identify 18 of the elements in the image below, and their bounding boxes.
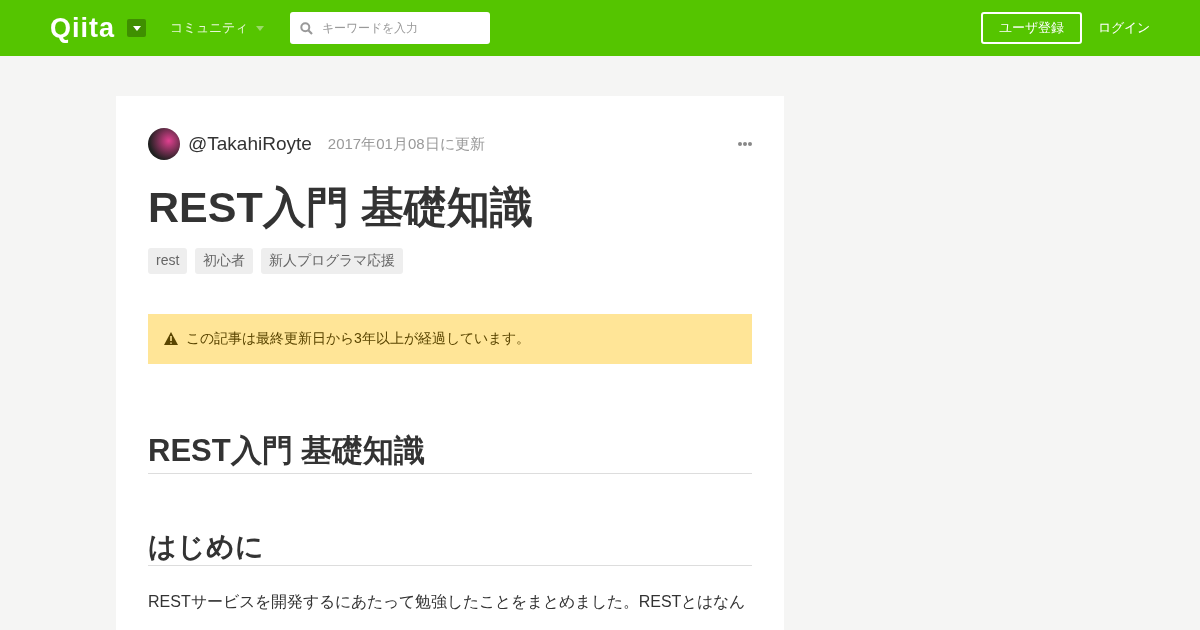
updated-date: 2017年01月08日に更新 xyxy=(327,134,485,154)
article-title: REST入門 基礎知識 xyxy=(148,182,534,233)
section-heading: はじめに xyxy=(148,529,752,567)
tag[interactable]: 初心者 xyxy=(195,247,254,274)
caret-icon xyxy=(256,25,264,31)
tag[interactable]: 新人プログラマ応援 xyxy=(261,247,404,274)
alert-text: この記事は最終更新日から3年以上が経過しています。 xyxy=(186,329,530,348)
author-name[interactable]: @TakahiRoyte xyxy=(188,133,312,155)
warning-icon xyxy=(164,332,178,346)
search-field[interactable]: キーワードを入力 xyxy=(290,12,490,44)
search-icon xyxy=(300,22,313,35)
more-icon[interactable] xyxy=(738,142,752,146)
section-heading: REST入門 基礎知識 xyxy=(148,431,752,474)
tag[interactable]: rest xyxy=(148,247,188,274)
paragraph: RESTサービスを開発するにあたって勉強したことをまとめました。RESTとはなん xyxy=(148,592,747,613)
logo-menu-button[interactable] xyxy=(127,19,146,37)
caret-icon xyxy=(132,25,141,31)
avatar[interactable] xyxy=(148,128,180,160)
